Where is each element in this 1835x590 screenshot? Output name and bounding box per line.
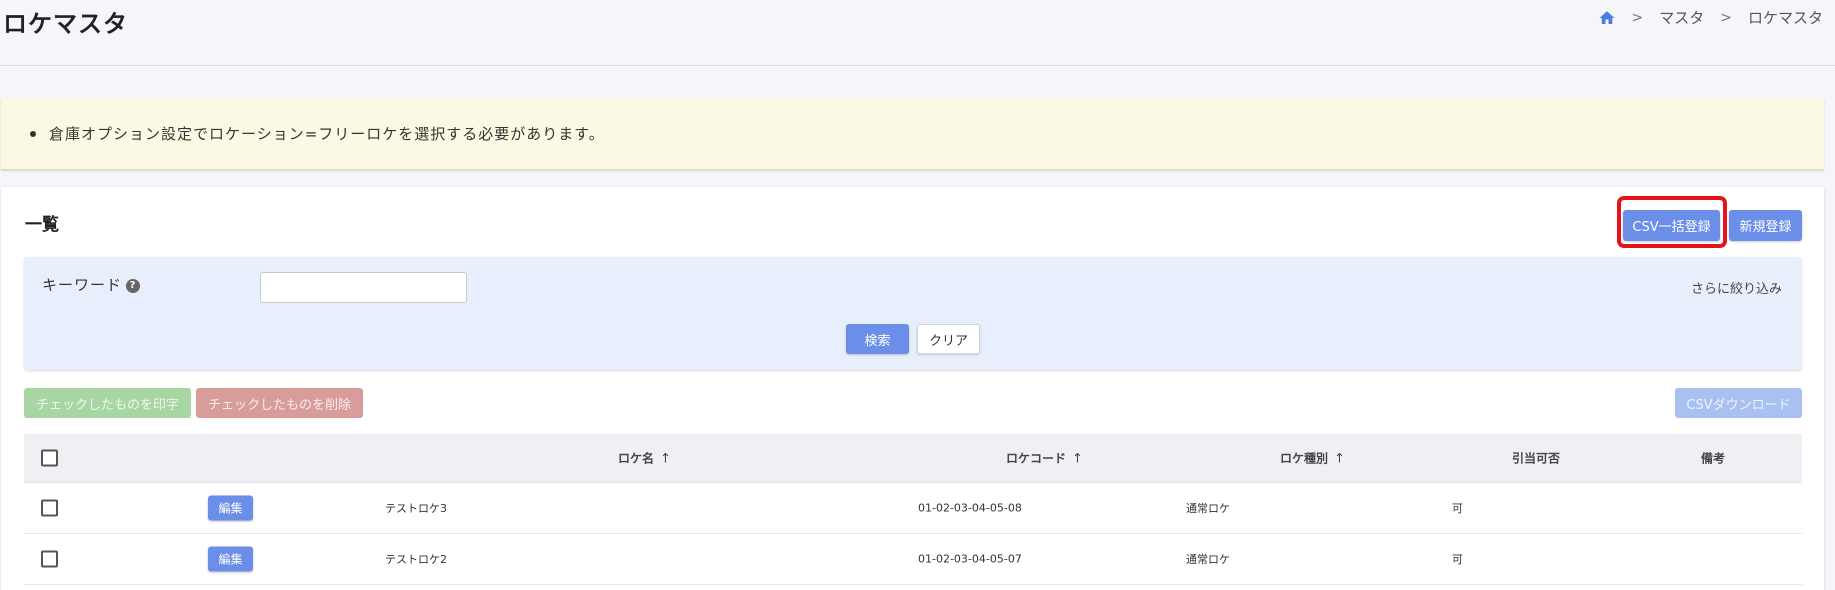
list-card: 一覧 CSV一括登録 新規登録 キーワード? さらに絞り込み 検索 クリア チェ… bbox=[1, 187, 1824, 590]
help-icon[interactable]: ? bbox=[126, 278, 141, 293]
cell-loc-code: 01-02-03-04-05-07 bbox=[918, 552, 1022, 566]
print-checked-button[interactable]: チェックしたものを印字 bbox=[24, 388, 191, 418]
breadcrumb: > マスタ > ロケマスタ bbox=[1598, 7, 1823, 28]
home-icon[interactable] bbox=[1598, 9, 1616, 27]
select-all-checkbox[interactable] bbox=[41, 449, 58, 467]
search-panel: キーワード? さらに絞り込み 検索 クリア bbox=[24, 257, 1802, 370]
clear-button[interactable]: クリア bbox=[917, 324, 980, 354]
cell-loc-code: 01-02-03-04-05-08 bbox=[918, 501, 1022, 515]
breadcrumb-item-current: ロケマスタ bbox=[1747, 9, 1823, 27]
edit-button[interactable]: 編集 bbox=[208, 495, 253, 521]
cell-loc-name: テストロケ2 bbox=[385, 553, 447, 566]
search-button[interactable]: 検索 bbox=[846, 324, 909, 354]
cell-allocatable: 可 bbox=[1452, 502, 1463, 515]
cell-allocatable: 可 bbox=[1452, 553, 1463, 566]
keyword-label-text: キーワード bbox=[42, 276, 123, 294]
highlight-annotation bbox=[1617, 196, 1727, 248]
column-header-allocatable: 引当可否 bbox=[1512, 451, 1561, 466]
chevron-right-icon: > bbox=[1720, 9, 1732, 26]
delete-checked-button[interactable]: チェックしたものを削除 bbox=[196, 388, 363, 418]
column-header-loc-type[interactable]: ロケ種別 ↑ bbox=[1280, 450, 1345, 467]
page-title: ロケマスタ bbox=[3, 10, 128, 38]
chevron-right-icon: > bbox=[1631, 9, 1644, 26]
notice-banner: 倉庫オプション設定でロケーション=フリーロケを選択する必要があります。 bbox=[1, 99, 1824, 170]
sort-arrow-icon: ↑ bbox=[660, 451, 671, 467]
row-checkbox[interactable] bbox=[41, 550, 58, 568]
sort-arrow-icon: ↑ bbox=[1334, 451, 1345, 467]
page-header: ロケマスタ > マスタ > ロケマスタ bbox=[0, 0, 1835, 66]
notice-message: 倉庫オプション設定でロケーション=フリーロケを選択する必要があります。 bbox=[29, 123, 605, 144]
table-row: 編集 テストロケ2 01-02-03-04-05-07 通常ロケ 可 bbox=[24, 534, 1802, 585]
table-row: 編集 テストロケ3 01-02-03-04-05-08 通常ロケ 可 bbox=[24, 483, 1802, 534]
notice-list: 倉庫オプション設定でロケーション=フリーロケを選択する必要があります。 bbox=[29, 123, 605, 144]
row-checkbox[interactable] bbox=[41, 499, 58, 517]
csv-download-button[interactable]: CSVダウンロード bbox=[1675, 388, 1802, 418]
breadcrumb-item-master[interactable]: マスタ bbox=[1659, 7, 1704, 28]
edit-button[interactable]: 編集 bbox=[208, 546, 253, 572]
keyword-label: キーワード? bbox=[42, 274, 141, 295]
cell-loc-name: テストロケ3 bbox=[385, 502, 447, 515]
cell-loc-type: 通常ロケ bbox=[1186, 502, 1230, 515]
column-header-remarks: 備考 bbox=[1701, 451, 1726, 466]
keyword-input[interactable] bbox=[260, 272, 467, 303]
sort-arrow-icon: ↑ bbox=[1072, 451, 1083, 467]
location-table: ロケ名 ↑ ロケコード ↑ ロケ種別 ↑ 引当可否 備考 編集 テストロケ3 01-0… bbox=[24, 434, 1802, 585]
new-register-button[interactable]: 新規登録 bbox=[1729, 210, 1802, 241]
column-header-loc-name[interactable]: ロケ名 ↑ bbox=[618, 450, 671, 467]
column-header-loc-code[interactable]: ロケコード ↑ bbox=[1006, 450, 1083, 467]
card-title: 一覧 bbox=[25, 215, 59, 235]
table-header: ロケ名 ↑ ロケコード ↑ ロケ種別 ↑ 引当可否 備考 bbox=[24, 434, 1802, 483]
more-filters-link[interactable]: さらに絞り込み bbox=[1691, 278, 1782, 297]
cell-loc-type: 通常ロケ bbox=[1186, 553, 1230, 566]
